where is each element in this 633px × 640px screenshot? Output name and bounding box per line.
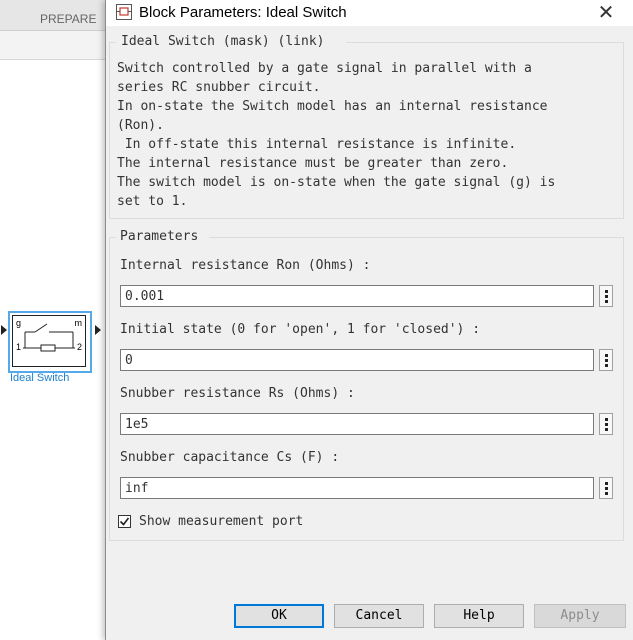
input-port-icon[interactable] [1, 325, 7, 335]
cancel-button[interactable]: Cancel [334, 604, 424, 628]
initial-state-more-options-icon[interactable] [599, 349, 613, 371]
output-port-icon[interactable] [95, 325, 101, 335]
switch-symbol-icon [23, 323, 75, 352]
show-measurement-port-label[interactable]: Show measurement port [139, 514, 303, 529]
checkmark-icon [119, 517, 130, 526]
snubber-capacitance-label: Snubber capacitance Cs (F) : [120, 450, 340, 465]
ideal-switch-block[interactable]: g m 1 2 [1, 311, 101, 373]
snubber-capacitance-more-options-icon[interactable] [599, 477, 613, 499]
mask-group-title: Ideal Switch (mask) (link) [117, 34, 329, 49]
block-parameters-dialog: Block Parameters: Ideal Switch ✕ Ideal S… [105, 0, 633, 640]
tab-prepare[interactable]: PREPARE [40, 12, 96, 26]
snubber-resistance-label: Snubber resistance Rs (Ohms) : [120, 386, 355, 401]
initial-state-label: Initial state (0 for 'open', 1 for 'clos… [120, 322, 481, 337]
ok-button[interactable]: OK [234, 604, 324, 628]
close-icon[interactable]: ✕ [586, 0, 626, 26]
dialog-title: Block Parameters: Ideal Switch [139, 4, 347, 21]
apply-button[interactable]: Apply [534, 604, 626, 628]
ron-input[interactable]: 0.001 [120, 285, 594, 307]
snubber-capacitance-input[interactable]: inf [120, 477, 594, 499]
ron-more-options-icon[interactable] [599, 285, 613, 307]
initial-state-input[interactable]: 0 [120, 349, 594, 371]
description-line: In on-state the Switch model has an inte… [117, 99, 548, 114]
description-line: series RC snubber circuit. [117, 80, 321, 95]
description-line: (Ron). [117, 118, 164, 133]
description-line: set to 1. [117, 194, 188, 209]
simulink-block-icon [116, 4, 132, 20]
snubber-resistance-input[interactable]: 1e5 [120, 413, 594, 435]
snubber-resistance-more-options-icon[interactable] [599, 413, 613, 435]
block-body[interactable]: g m 1 2 [12, 315, 86, 367]
help-button[interactable]: Help [434, 604, 524, 628]
description-line: The switch model is on-state when the ga… [117, 175, 556, 190]
description-line: In off-state this internal resistance is… [117, 137, 517, 152]
show-measurement-port-checkbox[interactable] [118, 515, 131, 528]
block-name-label[interactable]: Ideal Switch [10, 372, 69, 384]
dialog-titlebar[interactable]: Block Parameters: Ideal Switch ✕ [106, 0, 633, 26]
description-line: The internal resistance must be greater … [117, 156, 509, 171]
description-line: Switch controlled by a gate signal in pa… [117, 61, 532, 76]
parameters-group-title: Parameters [116, 229, 203, 244]
ron-label: Internal resistance Ron (Ohms) : [120, 258, 371, 273]
